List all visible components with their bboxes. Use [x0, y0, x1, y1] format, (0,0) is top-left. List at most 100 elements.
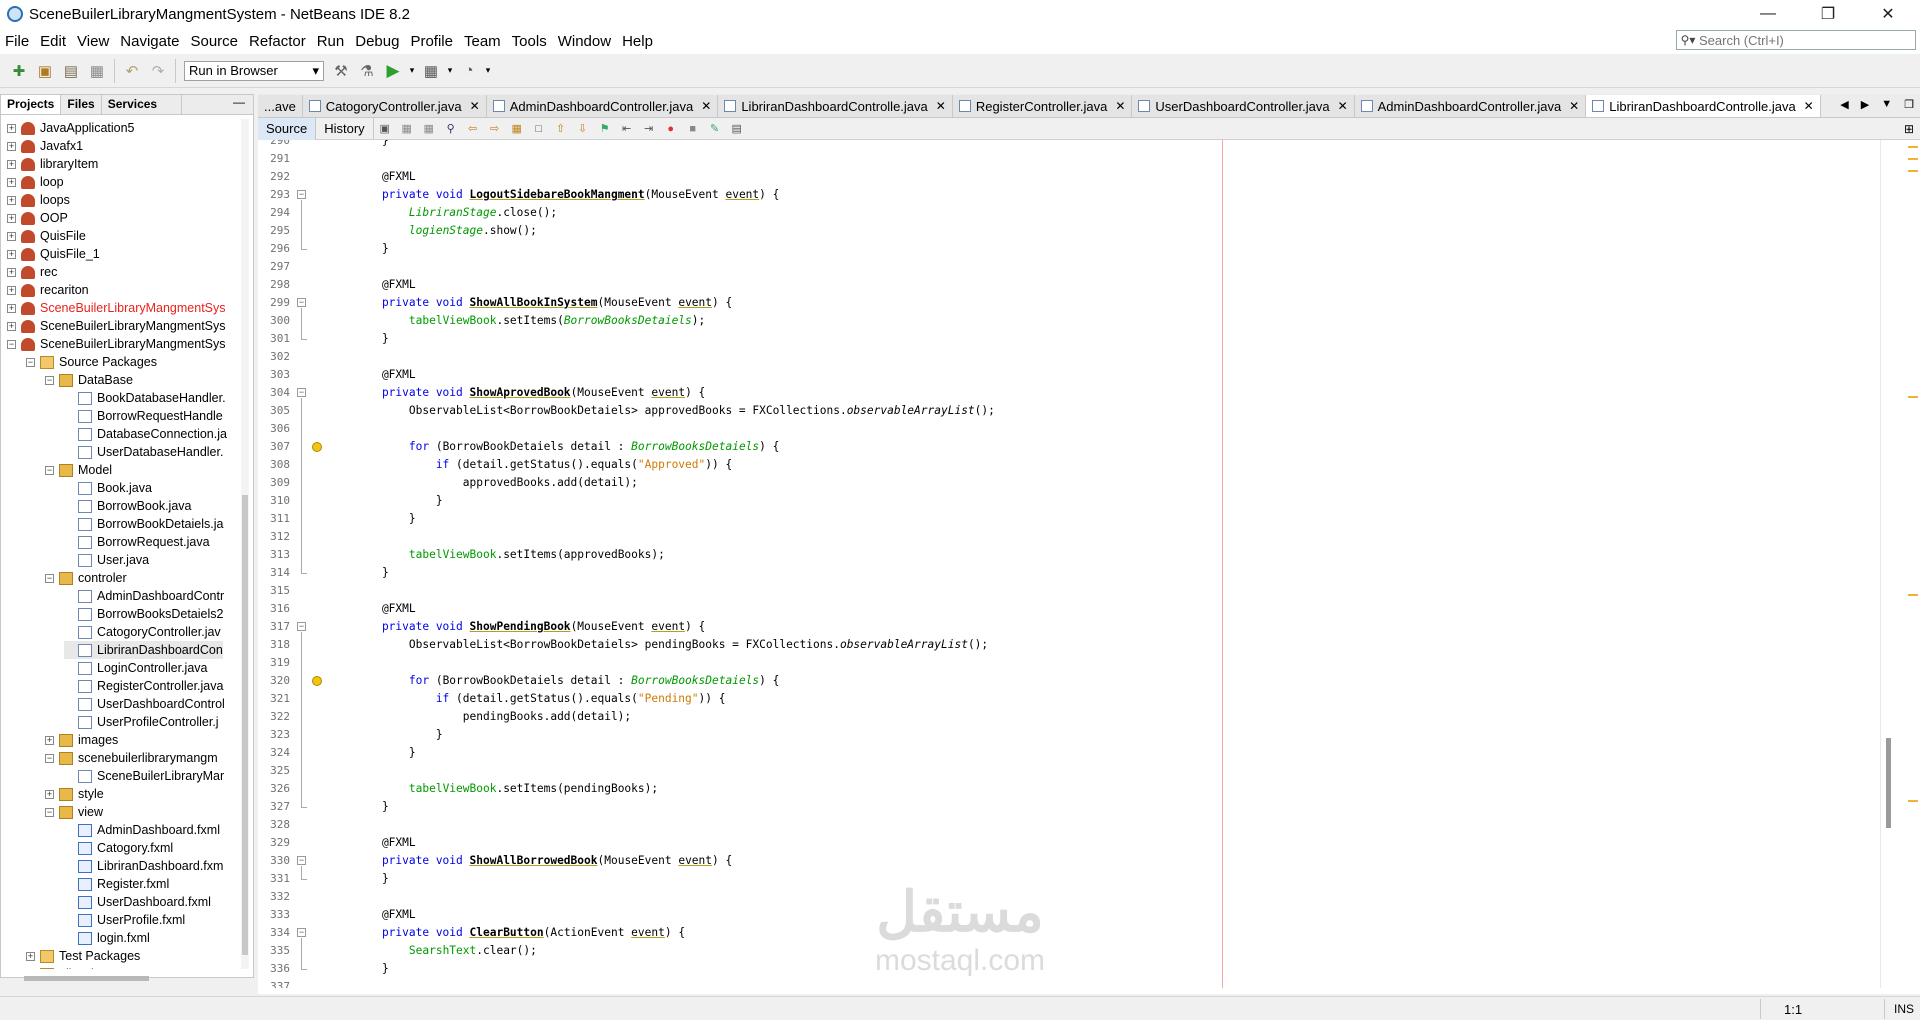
toggle-rect-select-icon[interactable]: □ [530, 121, 548, 137]
menu-refactor[interactable]: Refactor [244, 33, 312, 50]
tab-files[interactable]: Files [61, 95, 102, 114]
stripe-mark[interactable] [1908, 800, 1918, 802]
tree-item[interactable]: + libraryItem [7, 155, 98, 173]
tree-item[interactable]: BookDatabaseHandler. [64, 389, 226, 407]
close-tab-icon[interactable]: ✕ [1804, 99, 1814, 113]
menu-source[interactable]: Source [185, 33, 244, 50]
editor-vertical-scrollbar[interactable] [1880, 140, 1898, 988]
last-edit-icon[interactable]: ▣ [376, 121, 394, 137]
tree-item[interactable]: RegisterController.java [64, 677, 223, 695]
tree-item[interactable]: User.java [64, 551, 149, 569]
tree-item[interactable]: + SceneBuilerLibraryMangmentSys [7, 317, 226, 335]
menu-edit[interactable]: Edit [35, 33, 72, 50]
expand-icon[interactable]: + [7, 141, 16, 151]
menu-run[interactable]: Run [312, 33, 351, 50]
tree-item[interactable]: Catogory.fxml [64, 839, 173, 857]
editor-tab[interactable]: AdminDashboardController.java ✕ [1354, 95, 1587, 117]
tree-item[interactable]: + loops [7, 191, 70, 209]
find-next-icon[interactable]: ⇨ [486, 121, 504, 137]
debug-dropdown[interactable]: ▾ [445, 59, 455, 83]
menu-file[interactable]: File [0, 33, 35, 50]
split-editor-icon[interactable]: ⊞ [1904, 122, 1920, 136]
search-input[interactable] [1699, 32, 1909, 48]
find-previous-icon[interactable]: ⇦ [464, 121, 482, 137]
tree-item[interactable]: + loop [7, 173, 64, 191]
profile-dropdown[interactable]: ▾ [483, 59, 493, 83]
new-project-button[interactable]: ▣ [33, 59, 57, 83]
tree-item[interactable]: UserProfileController.j [64, 713, 219, 731]
redo-button[interactable]: ↷ [146, 59, 170, 83]
close-tab-icon[interactable]: ✕ [1569, 99, 1579, 113]
tree-item[interactable]: AdminDashboard.fxml [64, 821, 220, 839]
scroll-left-icon[interactable]: ◀ [1840, 98, 1848, 111]
tree-item[interactable]: + recariton [7, 281, 89, 299]
maximize-button[interactable]: ❐ [1800, 0, 1856, 28]
editor-tab[interactable]: UserDashboardController.java ✕ [1132, 95, 1355, 117]
menu-debug[interactable]: Debug [350, 33, 405, 50]
tree-item[interactable]: BorrowBook.java [64, 497, 192, 515]
undo-button[interactable]: ↶ [120, 59, 144, 83]
toggle-highlight-icon[interactable]: ▦ [508, 121, 526, 137]
tree-item[interactable]: +Libraries [26, 965, 107, 969]
collapse-icon[interactable]: − [26, 357, 35, 367]
collapse-icon[interactable]: − [45, 375, 54, 385]
collapse-icon[interactable]: − [45, 465, 54, 475]
tree-item[interactable]: BorrowRequestHandle [64, 407, 223, 425]
next-bookmark-icon[interactable]: ⇩ [574, 121, 592, 137]
shift-left-icon[interactable]: ⇤ [618, 121, 636, 137]
close-tab-icon[interactable]: ✕ [936, 99, 946, 113]
expand-icon[interactable]: + [7, 195, 16, 205]
comment-icon[interactable]: ✎ [706, 121, 724, 137]
shift-right-icon[interactable]: ⇥ [640, 121, 658, 137]
back-icon[interactable]: ▦ [398, 121, 416, 137]
fold-collapse-icon[interactable]: − [297, 622, 306, 631]
tree-item[interactable]: Book.java [64, 479, 152, 497]
tree-item[interactable]: − SceneBuilerLibraryMangmentSys [7, 335, 226, 353]
save-all-button[interactable]: ▦ [85, 59, 109, 83]
tree-horizontal-scrollbar[interactable] [24, 976, 149, 981]
tree-item[interactable]: + Javafx1 [7, 137, 83, 155]
collapse-icon[interactable]: − [7, 339, 16, 349]
expand-icon[interactable]: + [7, 285, 16, 295]
tree-item[interactable]: UserDashboard.fxml [64, 893, 211, 911]
menu-team[interactable]: Team [459, 33, 507, 50]
tree-item[interactable]: LibriranDashboard.fxm [64, 857, 223, 875]
run-config-select[interactable]: Run in Browser ▾ [184, 60, 324, 81]
expand-icon[interactable]: + [7, 231, 16, 241]
editor-tab[interactable]: CatogoryController.java ✕ [302, 95, 487, 117]
maximize-editor-icon[interactable]: ❐ [1904, 98, 1914, 111]
open-project-button[interactable]: ▤ [59, 59, 83, 83]
expand-icon[interactable]: + [7, 321, 16, 331]
tree-item[interactable]: + style [45, 785, 104, 803]
close-tab-icon[interactable]: ✕ [470, 99, 480, 113]
build-button[interactable]: ⚒ [329, 59, 353, 83]
menu-tools[interactable]: Tools [507, 33, 553, 50]
tree-item[interactable]: UserDashboardControl [64, 695, 225, 713]
new-file-button[interactable]: ✚ [7, 59, 31, 83]
tree-item[interactable]: + SceneBuilerLibraryMangmentSys [7, 299, 226, 317]
expand-icon[interactable]: + [45, 735, 54, 745]
minimize-panel-button[interactable]: — [225, 95, 253, 114]
expand-icon[interactable]: + [7, 213, 16, 223]
tree-item[interactable]: AdminDashboardContr [64, 587, 224, 605]
tree-item[interactable]: login.fxml [64, 929, 150, 947]
editor-tab[interactable]: AdminDashboardController.java ✕ [486, 95, 719, 117]
tree-item[interactable]: BorrowBooksDetaiels2 [64, 605, 223, 623]
expand-icon[interactable]: + [45, 789, 54, 799]
hint-bulb-icon[interactable] [312, 442, 322, 452]
start-macro-icon[interactable]: ● [662, 121, 680, 137]
tree-item[interactable]: + JavaApplication5 [7, 119, 135, 137]
uncomment-icon[interactable]: ▤ [728, 121, 746, 137]
error-stripe[interactable] [1902, 140, 1918, 988]
previous-bookmark-icon[interactable]: ⇧ [552, 121, 570, 137]
fold-collapse-icon[interactable]: − [297, 856, 306, 865]
expand-icon[interactable]: + [7, 123, 16, 133]
tree-item[interactable]: + QuisFile [7, 227, 86, 245]
search-box[interactable]: ⚲▾ [1676, 30, 1916, 50]
menu-view[interactable]: View [72, 33, 115, 50]
fold-collapse-icon[interactable]: − [297, 388, 306, 397]
tree-item[interactable]: LibriranDashboardCon [64, 641, 223, 659]
forward-icon[interactable]: ▦ [420, 121, 438, 137]
tree-item[interactable]: UserProfile.fxml [64, 911, 185, 929]
code-area[interactable]: 290 291 292 293 294 295 296 297 298 299 300 301 302 3… [258, 140, 1920, 988]
